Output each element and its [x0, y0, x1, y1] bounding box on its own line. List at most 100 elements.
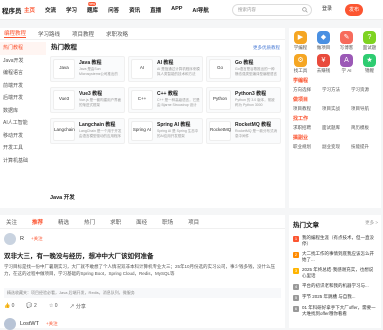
quick-earn[interactable]: ¥ 去赚钱	[312, 54, 335, 74]
sidebar-item[interactable]: AI人工智能	[0, 117, 46, 130]
nav-learn[interactable]: 学习	[66, 6, 77, 14]
avatar[interactable]	[4, 233, 16, 245]
tutorial-card[interactable]: Python Python3 教程 Python 的 3.0 版本，常被称为 Pyt…	[206, 87, 281, 113]
sidebar-item[interactable]: Java开发	[0, 55, 46, 68]
section-link[interactable]: 项目导航	[351, 106, 369, 112]
like-button[interactable]: 👍 0	[4, 303, 14, 310]
comment-count: 2	[34, 303, 37, 309]
card-title: Vue3 教程	[79, 91, 103, 97]
tab-jobs[interactable]: 求职攻略	[106, 30, 128, 38]
source-bar[interactable]: 精选收藏夹：项目经验必看，Java 后端开发，Redis，消息队列，微服务	[4, 288, 281, 298]
feed-tab[interactable]: 推荐	[32, 218, 43, 226]
quick-tools[interactable]: ⚙ 找工具	[289, 54, 312, 74]
author-name[interactable]: LostWT	[20, 321, 39, 327]
follow-button[interactable]: +关注	[31, 236, 43, 242]
sidebar-item[interactable]: 移动开发	[0, 130, 46, 143]
tab-tutorials[interactable]: 编程教程	[4, 29, 27, 38]
share-button[interactable]: ↗ 分享	[69, 303, 85, 310]
nav-news[interactable]: 资讯	[129, 6, 140, 14]
section-link[interactable]: 面试题库	[322, 125, 340, 131]
section-link[interactable]: 副业变现	[322, 144, 340, 150]
section-link[interactable]: 简历模板	[351, 125, 369, 131]
quick-ai[interactable]: A学 AI	[335, 54, 358, 74]
section-heading[interactable]: 找工作	[293, 115, 381, 122]
search-icon[interactable]	[302, 7, 308, 13]
nav-question-bank[interactable]: 题库 new	[87, 1, 98, 14]
section-link[interactable]: 项目教程	[293, 106, 311, 112]
follow-button[interactable]: +关注	[46, 321, 58, 327]
quick-project[interactable]: ◆ 做项目	[312, 31, 335, 51]
quick-interview[interactable]: ? 面试题	[358, 31, 381, 51]
feed-tab[interactable]: 热门	[84, 218, 95, 226]
nav-community[interactable]: 交流	[45, 6, 56, 14]
sidebar-item[interactable]: 后端开发	[0, 92, 46, 105]
section-link[interactable]: 技能提升	[351, 144, 369, 150]
sidebar-item[interactable]: 编程语言	[0, 67, 46, 80]
tutorial-card[interactable]: RocketMQ RocketMQ 教程 RocketMQ 是一款分布式消息中间件	[206, 118, 281, 144]
tutorial-card[interactable]: Java Java 教程Java 是由Sun Microsystems公司推出的J…	[50, 56, 125, 82]
hot-more-link[interactable]: 更多 >	[365, 220, 378, 226]
card-title: Langchain 教程	[79, 122, 116, 128]
tutorial-card[interactable]: Vue3 Vue3 教程 Vue.js 是一套构建用户界面的渐进式框架	[50, 87, 125, 113]
hot-item[interactable]: 6 01 年科研好拿手下大厂offer，需要一大堆找到offer哦你看看	[289, 303, 381, 319]
star-button[interactable]: ☆ 0	[49, 303, 58, 310]
sidebar-item[interactable]: 计算机基础	[0, 155, 46, 168]
post-title[interactable]: 双非大三，有一晚没与经历，想冲中大厂该如何准备	[4, 250, 281, 260]
tutorial-card[interactable]: Spring AI Spring AI 教程 Spring AI 是 Spring …	[128, 118, 203, 144]
sidebar-item[interactable]: 热门教程	[0, 42, 46, 55]
section-heading[interactable]: 搞副业	[293, 134, 381, 141]
section-link[interactable]: 方向选择	[293, 87, 311, 93]
quick-blog[interactable]: ✎ 写博客	[335, 31, 358, 51]
quick-koi[interactable]: ★ 锦鲤	[358, 54, 381, 74]
section-link[interactable]: 项目实战	[322, 106, 340, 112]
nav-live[interactable]: 直播	[150, 6, 161, 14]
more-tutorials-link[interactable]: 更多优质教程	[253, 45, 280, 51]
rank-badge: 6	[293, 306, 299, 312]
tab-roadmap[interactable]: 学习路线	[38, 30, 60, 38]
tutorial-card[interactable]: C++ C++ 教程 C++ 是一种高级语言，它是由 Bjarne Stroustr…	[128, 87, 203, 113]
nav-ai-guide[interactable]: AI导航	[192, 6, 209, 14]
publish-button[interactable]: 发布	[345, 4, 363, 16]
avatar[interactable]	[4, 318, 16, 330]
icon-label: 找工具	[293, 68, 308, 73]
feed-tab[interactable]: 精选	[58, 218, 69, 226]
hot-item[interactable]: 1 我的编程生涯（有点技术，但一直没停）	[289, 233, 381, 249]
section-heading[interactable]: 学编程	[293, 77, 381, 84]
tutorial-card[interactable]: Langchain Langchain 教程 LangChain 是一个用于开发由语…	[50, 118, 125, 144]
hot-item[interactable]: 2 大二找工作的事情到底我应该怎么开始了...	[289, 249, 381, 265]
comment-button[interactable]: 💬 2	[26, 303, 36, 310]
money-icon: ¥	[317, 54, 330, 67]
section-link[interactable]: 学习资源	[351, 87, 369, 93]
section-link[interactable]: 职业规划	[293, 144, 311, 150]
sidebar-item[interactable]: 数据库	[0, 105, 46, 118]
feed-tab[interactable]: 职场	[162, 218, 173, 226]
hot-item[interactable]: 3 2025 年终总结·我感谢充实，也想说心里话	[289, 265, 381, 281]
icon-label: 去赚钱	[316, 68, 331, 73]
section-link[interactable]: 学习方法	[322, 87, 340, 93]
site-logo[interactable]: 程序员	[2, 5, 24, 15]
tutorial-card[interactable]: AI AI 教程 AI 是指通过计算机程序来模拟人类智能的技术和方法	[128, 56, 203, 82]
tutorial-panel: 编程教程 学习路线 项目教程 求职攻略 热门教程 Java开发 编程语言 前端开…	[0, 28, 285, 208]
nav-qa[interactable]: 问答	[108, 6, 119, 14]
author-name[interactable]: R	[20, 236, 24, 242]
nav-app[interactable]: APP	[171, 6, 182, 14]
feed-tab[interactable]: 关注	[6, 218, 17, 226]
login-link[interactable]: 登录	[322, 5, 332, 12]
feed-tab[interactable]: 面经	[136, 218, 147, 226]
post-card[interactable]: R +关注 双非大三，有一晚没与经历，想冲中大厂该如何准备 学习目标是找一份中厂…	[0, 229, 285, 314]
sidebar-item[interactable]: 前端开发	[0, 80, 46, 93]
sidebar-item[interactable]: 开发工具	[0, 142, 46, 155]
ai-icon: A	[340, 54, 353, 67]
quick-learn[interactable]: ▶ 学编程	[289, 31, 312, 51]
feed-tab[interactable]: 项目	[188, 218, 199, 226]
feed-tab[interactable]: 求职	[110, 218, 121, 226]
search-input[interactable]: 搜索内容	[232, 4, 312, 16]
rank-badge: 5	[293, 295, 299, 301]
section-heading[interactable]: 做项目	[293, 96, 381, 103]
section-link[interactable]: 求职招聘	[293, 125, 311, 131]
tab-projects[interactable]: 项目教程	[72, 30, 94, 38]
hot-item[interactable]: 4 平台的初识老和我的机器学习与...	[289, 281, 381, 292]
tutorial-card[interactable]: Go Go 教程 Go语言是谷歌推出的一种静态强类型编译型编程语言	[206, 56, 281, 82]
nav-home[interactable]: 主页	[24, 6, 35, 14]
hot-item[interactable]: 5 字节 2025 年跳槽 与自我...	[289, 292, 381, 303]
